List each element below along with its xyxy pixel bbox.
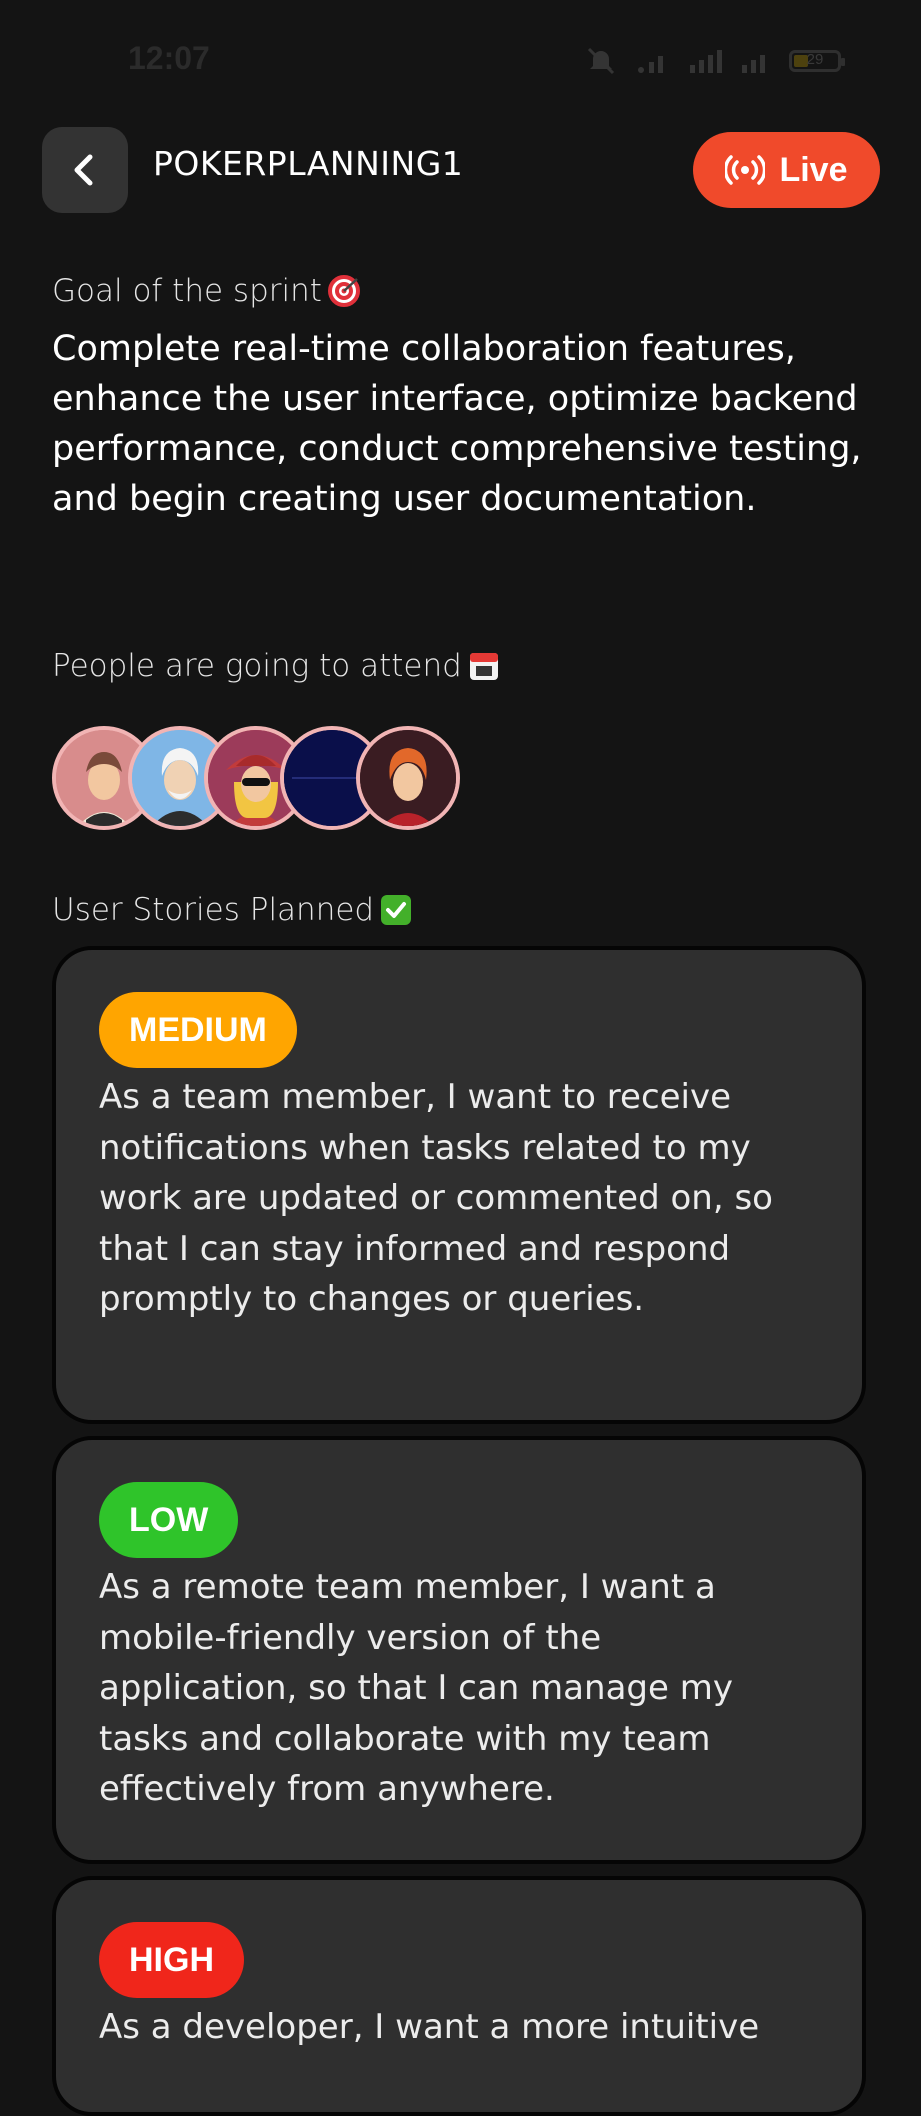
status-bar: 12:07 29 [0,0,921,120]
priority-badge: MEDIUM [99,992,297,1068]
goal-label: Goal of the sprint [52,273,322,309]
story-card[interactable]: HIGH As a developer, I want a more intui… [52,1876,866,2116]
mute-icon [587,47,615,75]
wifi-icon [638,56,663,73]
priority-badge: HIGH [99,1922,244,1998]
status-icons: 29 [585,46,845,76]
signal-icon [690,50,722,73]
status-time: 12:07 [128,40,210,76]
back-button[interactable] [42,127,128,213]
broadcast-icon [725,155,766,185]
story-card[interactable]: MEDIUM As a team member, I want to recei… [52,946,866,1424]
goal-text: Complete real-time collaboration feature… [52,329,862,519]
calendar-emoji [469,653,498,680]
chevron-left-icon [74,154,93,186]
avatar[interactable] [356,726,460,830]
attendees-label-row: People are going to attend [52,648,500,684]
stories-label-row: User Stories Planned [52,892,412,928]
live-button[interactable]: Live [693,132,880,208]
attendee-avatars [52,726,472,830]
story-text: As a team member, I want to receive noti… [99,1077,773,1319]
battery-icon: 29 [789,50,845,72]
signal-icon [742,55,765,73]
priority-badge: LOW [99,1482,239,1558]
battery-level: 29 [806,51,824,68]
story-text: As a remote team member, I want a mobile… [99,1567,733,1809]
live-label: Live [779,150,848,189]
session-title: POKERPLANNING1 [153,144,464,183]
stories-label: User Stories Planned [52,892,375,928]
check-emoji [381,895,412,925]
goal-label-row: Goal of the sprint [52,273,360,309]
target-emoji [327,275,360,307]
attendees-label: People are going to attend [52,648,462,684]
story-card[interactable]: LOW As a remote team member, I want a mo… [52,1436,866,1864]
story-text: As a developer, I want a more intuitive [99,2007,760,2047]
